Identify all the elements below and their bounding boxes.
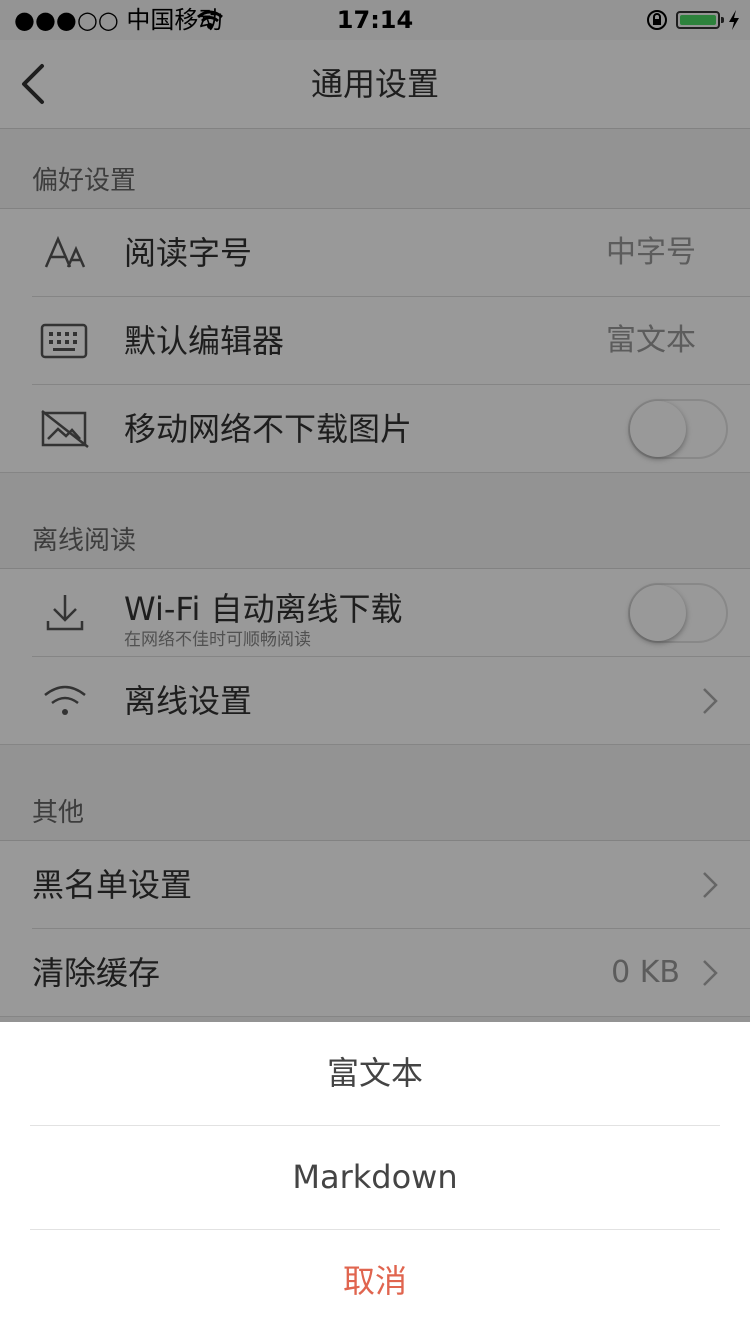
- option-rich-text[interactable]: 富文本: [0, 1022, 750, 1125]
- option-markdown[interactable]: Markdown: [0, 1126, 750, 1229]
- editor-action-sheet: 富文本 Markdown 取消: [0, 1022, 750, 1334]
- cancel-button[interactable]: 取消: [0, 1230, 750, 1333]
